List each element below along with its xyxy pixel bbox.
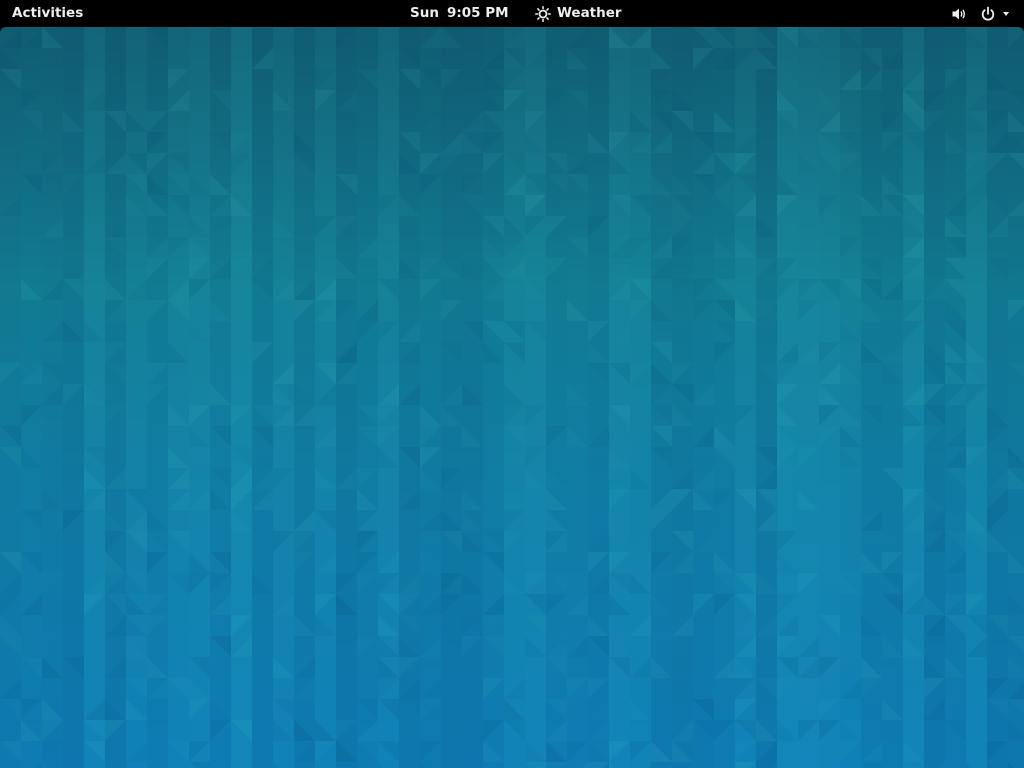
chevron-down-icon [1003, 11, 1009, 16]
clock-button[interactable]: Sun 9:05 PM [410, 0, 509, 27]
top-bar: Activities Sun 9:05 PM Weather [0, 0, 1024, 27]
weather-label: Weather [557, 5, 622, 21]
weather-button[interactable]: Weather [535, 0, 622, 27]
activities-label: Activities [12, 5, 84, 21]
system-menu-button[interactable] [980, 0, 1009, 27]
volume-indicator[interactable] [951, 0, 967, 27]
clock-time: 9:05 PM [446, 5, 509, 21]
activities-button[interactable]: Activities [12, 0, 83, 27]
volume-icon [952, 8, 965, 19]
desktop-background[interactable] [0, 27, 1024, 768]
sun-icon [535, 5, 551, 22]
clock-day: Sun [410, 5, 439, 21]
power-icon [981, 6, 995, 21]
wallpaper-pattern [0, 27, 1024, 768]
